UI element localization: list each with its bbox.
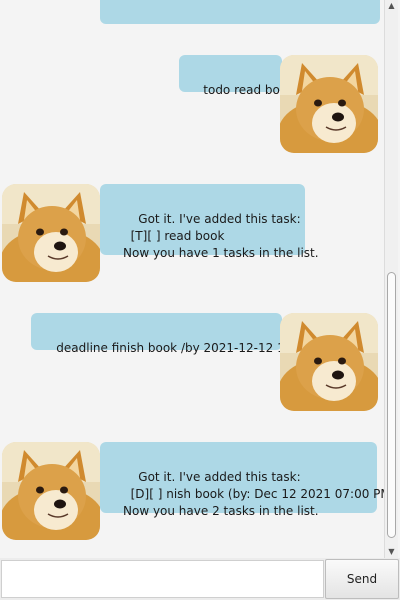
bot-message-text: Got it. I've added this task: [D][ ] nis…: [123, 470, 395, 518]
doge-avatar-icon: [280, 313, 378, 411]
user-message-text: deadline finish book /by 2021-12-12 1900: [56, 341, 308, 355]
bot-message-bubble: Got it. I've added this task: [D][ ] nis…: [100, 442, 395, 518]
scrollbar-thumb[interactable]: [387, 272, 396, 538]
scroll-up-arrow-icon[interactable]: ▲: [385, 0, 398, 12]
send-button[interactable]: Send: [325, 559, 399, 599]
message-input[interactable]: [1, 560, 324, 598]
user-message-bubble: todo read book: [179, 55, 294, 97]
doge-avatar-icon: [2, 442, 100, 540]
user-message-bubble: [100, 0, 380, 24]
doge-avatar-icon: [280, 55, 378, 153]
doge-avatar-icon: [2, 184, 100, 282]
vertical-scrollbar[interactable]: ▲ ▼: [384, 0, 398, 558]
scroll-down-arrow-icon[interactable]: ▼: [385, 546, 398, 558]
input-bar: Send: [0, 558, 400, 600]
bot-message-bubble: Got it. I've added this task: [T][ ] rea…: [100, 184, 319, 260]
chat-scroll-pane[interactable]: todo read book Got it. I've added this t…: [0, 0, 400, 559]
bot-message-text: Got it. I've added this task: [T][ ] rea…: [123, 212, 319, 260]
user-message-bubble: deadline finish book /by 2021-12-12 1900: [31, 313, 308, 355]
